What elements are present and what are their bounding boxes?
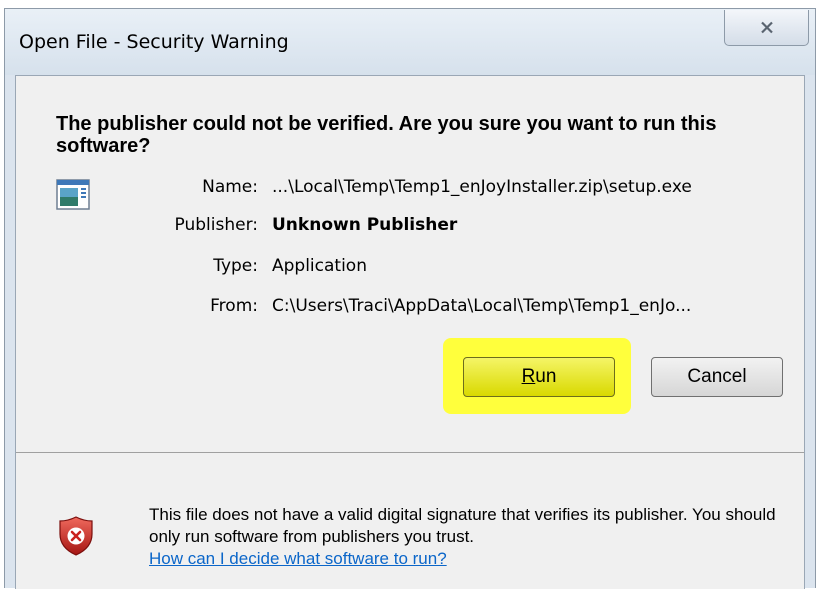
help-link[interactable]: How can I decide what software to run? xyxy=(149,549,447,568)
close-button[interactable] xyxy=(724,10,809,46)
signature-warning-text: This file does not have a valid digital … xyxy=(149,504,789,570)
type-label: Type: xyxy=(213,256,258,276)
publisher-warning-headline: The publisher could not be verified. Are… xyxy=(56,113,717,157)
run-button-label: un xyxy=(535,366,557,387)
publisher-label: Publisher: xyxy=(174,215,258,235)
signature-warning-message: This file does not have a valid digital … xyxy=(149,505,776,546)
close-icon xyxy=(760,21,773,34)
security-warning-dialog: Open File - Security Warning The publish… xyxy=(4,8,816,589)
name-label: Name: xyxy=(202,177,258,197)
security-shield-icon xyxy=(59,516,93,556)
from-label: From: xyxy=(210,296,258,316)
title-bar[interactable]: Open File - Security Warning xyxy=(5,9,815,75)
from-value: C:\Users\Traci\AppData\Local\Temp\Temp1_… xyxy=(272,296,692,316)
run-button[interactable]: Run xyxy=(463,357,615,397)
dialog-body: The publisher could not be verified. Are… xyxy=(15,75,805,589)
publisher-value: Unknown Publisher xyxy=(272,215,458,235)
signature-warning-section: This file does not have a valid digital … xyxy=(16,453,804,589)
cancel-button[interactable]: Cancel xyxy=(651,357,783,397)
type-value: Application xyxy=(272,256,367,276)
window-title: Open File - Security Warning xyxy=(19,31,289,53)
run-button-accesskey: R xyxy=(521,366,536,387)
name-value: ...\Local\Temp\Temp1_enJoyInstaller.zip\… xyxy=(272,177,692,197)
